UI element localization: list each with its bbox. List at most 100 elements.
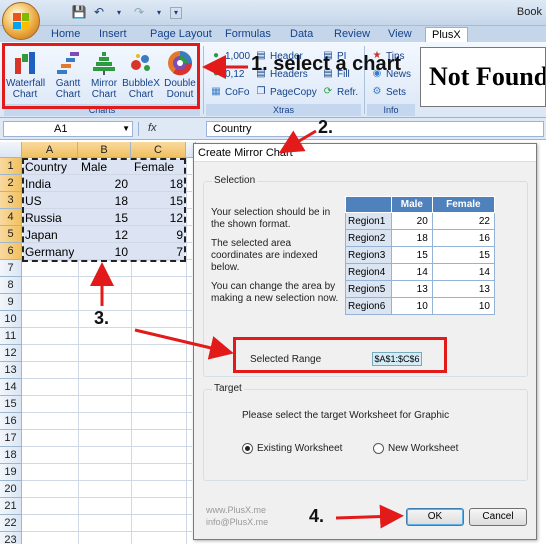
office-button[interactable] xyxy=(2,2,40,40)
tab-plusx[interactable]: PlusX xyxy=(425,27,468,42)
tab-insert[interactable]: Insert xyxy=(99,27,127,42)
gridline xyxy=(22,293,192,294)
row-header[interactable]: 2 xyxy=(0,175,22,192)
radio-label: Existing Worksheet xyxy=(257,443,343,454)
step1-annotation: 1. select a chart xyxy=(251,53,402,75)
column-header-a[interactable]: A xyxy=(22,142,78,158)
sample-row-label: Region5 xyxy=(345,280,392,298)
redo-icon[interactable]: ↷ xyxy=(130,4,148,21)
description-line: Your selection should be in xyxy=(211,207,331,218)
window-title: Book xyxy=(516,6,542,18)
row-header[interactable]: 9 xyxy=(0,294,22,311)
customize-qat-icon[interactable]: ▾ xyxy=(170,6,182,19)
cofo-button[interactable]: ▦ CoFo xyxy=(210,86,249,98)
plusx-email[interactable]: info@PlusX.me xyxy=(206,517,268,528)
tab-review[interactable]: Review xyxy=(334,27,370,42)
row-header[interactable]: 16 xyxy=(0,413,22,430)
description-line: the shown format. xyxy=(211,219,291,230)
row-header[interactable]: 12 xyxy=(0,345,22,362)
plusx-website[interactable]: www.PlusX.me xyxy=(206,505,266,516)
gridline xyxy=(22,344,192,345)
copy-marquee xyxy=(22,158,186,262)
sample-cell: 14 xyxy=(431,263,496,281)
gridline xyxy=(22,497,192,498)
refresh-icon: ⟳ xyxy=(323,86,333,97)
row-header[interactable]: 1 xyxy=(0,158,22,175)
row-header[interactable]: 7 xyxy=(0,260,22,277)
range-highlight-box xyxy=(233,337,447,373)
row-header[interactable]: 18 xyxy=(0,447,22,464)
target-legend: Target xyxy=(212,383,244,394)
ok-button[interactable]: OK xyxy=(406,508,464,526)
tab-home[interactable]: Home xyxy=(51,27,80,42)
row-header[interactable]: 20 xyxy=(0,481,22,498)
refresh-button[interactable]: ⟳ Refr. xyxy=(322,86,358,98)
gridline xyxy=(22,446,192,447)
title-bar: 💾 ↶ ▾ ↷ ▾ ▾ Book xyxy=(0,0,546,26)
row-header[interactable]: 13 xyxy=(0,362,22,379)
tab-formulas[interactable]: Formulas xyxy=(225,27,271,42)
number-format-button[interactable]: ● 1,000 xyxy=(210,50,250,62)
row-header[interactable]: 23 xyxy=(0,532,22,544)
row-header[interactable]: 6 xyxy=(0,243,22,260)
format-icon: ● xyxy=(212,68,220,79)
sample-header xyxy=(345,196,392,213)
decimal-format-button[interactable]: ● 0,12 xyxy=(210,68,245,80)
row-header[interactable]: 5 xyxy=(0,226,22,243)
column-header-c[interactable]: C xyxy=(131,142,186,158)
sets-button[interactable]: ⚙ Sets xyxy=(371,86,407,98)
tab-page-layout[interactable]: Page Layout xyxy=(150,27,212,42)
excel-window: { "window": {"title": "Book"}, "tabs": [… xyxy=(0,0,546,544)
row-header[interactable]: 11 xyxy=(0,328,22,345)
row-header[interactable]: 15 xyxy=(0,396,22,413)
sample-cell: 16 xyxy=(431,229,496,247)
undo-icon[interactable]: ↶ xyxy=(90,4,108,21)
pagecopy-button[interactable]: ❐ PageCopy xyxy=(255,86,317,98)
dropdown-icon[interactable]: ▾ xyxy=(150,4,168,21)
gridline xyxy=(22,480,192,481)
settings-icon: ⚙ xyxy=(372,86,382,97)
sample-cell: 10 xyxy=(431,297,496,315)
select-all-corner[interactable] xyxy=(0,142,22,158)
xtras-group-label: Xtras xyxy=(206,104,361,116)
gridline xyxy=(186,158,187,544)
chevron-down-icon[interactable]: ▼ xyxy=(122,122,130,136)
row-header[interactable]: 22 xyxy=(0,515,22,532)
gridline xyxy=(22,429,192,430)
sample-cell: 13 xyxy=(391,280,433,298)
dropdown-icon[interactable]: ▾ xyxy=(110,4,128,21)
gridline xyxy=(22,463,192,464)
existing-worksheet-radio[interactable]: Existing Worksheet xyxy=(242,443,342,454)
row-header[interactable]: 14 xyxy=(0,379,22,396)
sample-row: Region3 15 15 xyxy=(345,246,496,264)
radio-label: New Worksheet xyxy=(388,443,459,454)
step4-annotation: 4. xyxy=(309,506,325,526)
row-header[interactable]: 19 xyxy=(0,464,22,481)
sample-row: Region6 10 10 xyxy=(345,297,496,315)
radio-icon[interactable] xyxy=(373,443,384,454)
fx-icon[interactable]: fx xyxy=(148,122,157,134)
xtras-item: Refr. xyxy=(337,86,359,98)
row-header[interactable]: 8 xyxy=(0,277,22,294)
column-header-b[interactable]: B xyxy=(78,142,131,158)
row-header[interactable]: 3 xyxy=(0,192,22,209)
row-header[interactable]: 21 xyxy=(0,498,22,515)
info-item: Sets xyxy=(386,86,407,98)
sample-cell: 10 xyxy=(391,297,433,315)
formula-bar: A1 ▼ fx Country xyxy=(0,118,546,140)
save-icon[interactable]: 💾 xyxy=(70,4,88,21)
row-header[interactable]: 4 xyxy=(0,209,22,226)
name-box[interactable]: A1 ▼ xyxy=(3,121,133,137)
tab-data[interactable]: Data xyxy=(290,27,313,42)
radio-selected-icon[interactable] xyxy=(242,443,253,454)
formula-input[interactable]: Country xyxy=(206,121,544,137)
sample-row: Region5 13 13 xyxy=(345,280,496,298)
change-description: You can change the area by making a new … xyxy=(211,281,338,305)
office-logo-icon xyxy=(13,13,29,29)
pagecopy-icon: ❐ xyxy=(256,86,266,97)
tab-view[interactable]: View xyxy=(388,27,412,42)
row-header[interactable]: 10 xyxy=(0,311,22,328)
row-header[interactable]: 17 xyxy=(0,430,22,447)
cancel-button[interactable]: Cancel xyxy=(469,508,527,526)
new-worksheet-radio[interactable]: New Worksheet xyxy=(373,443,458,454)
